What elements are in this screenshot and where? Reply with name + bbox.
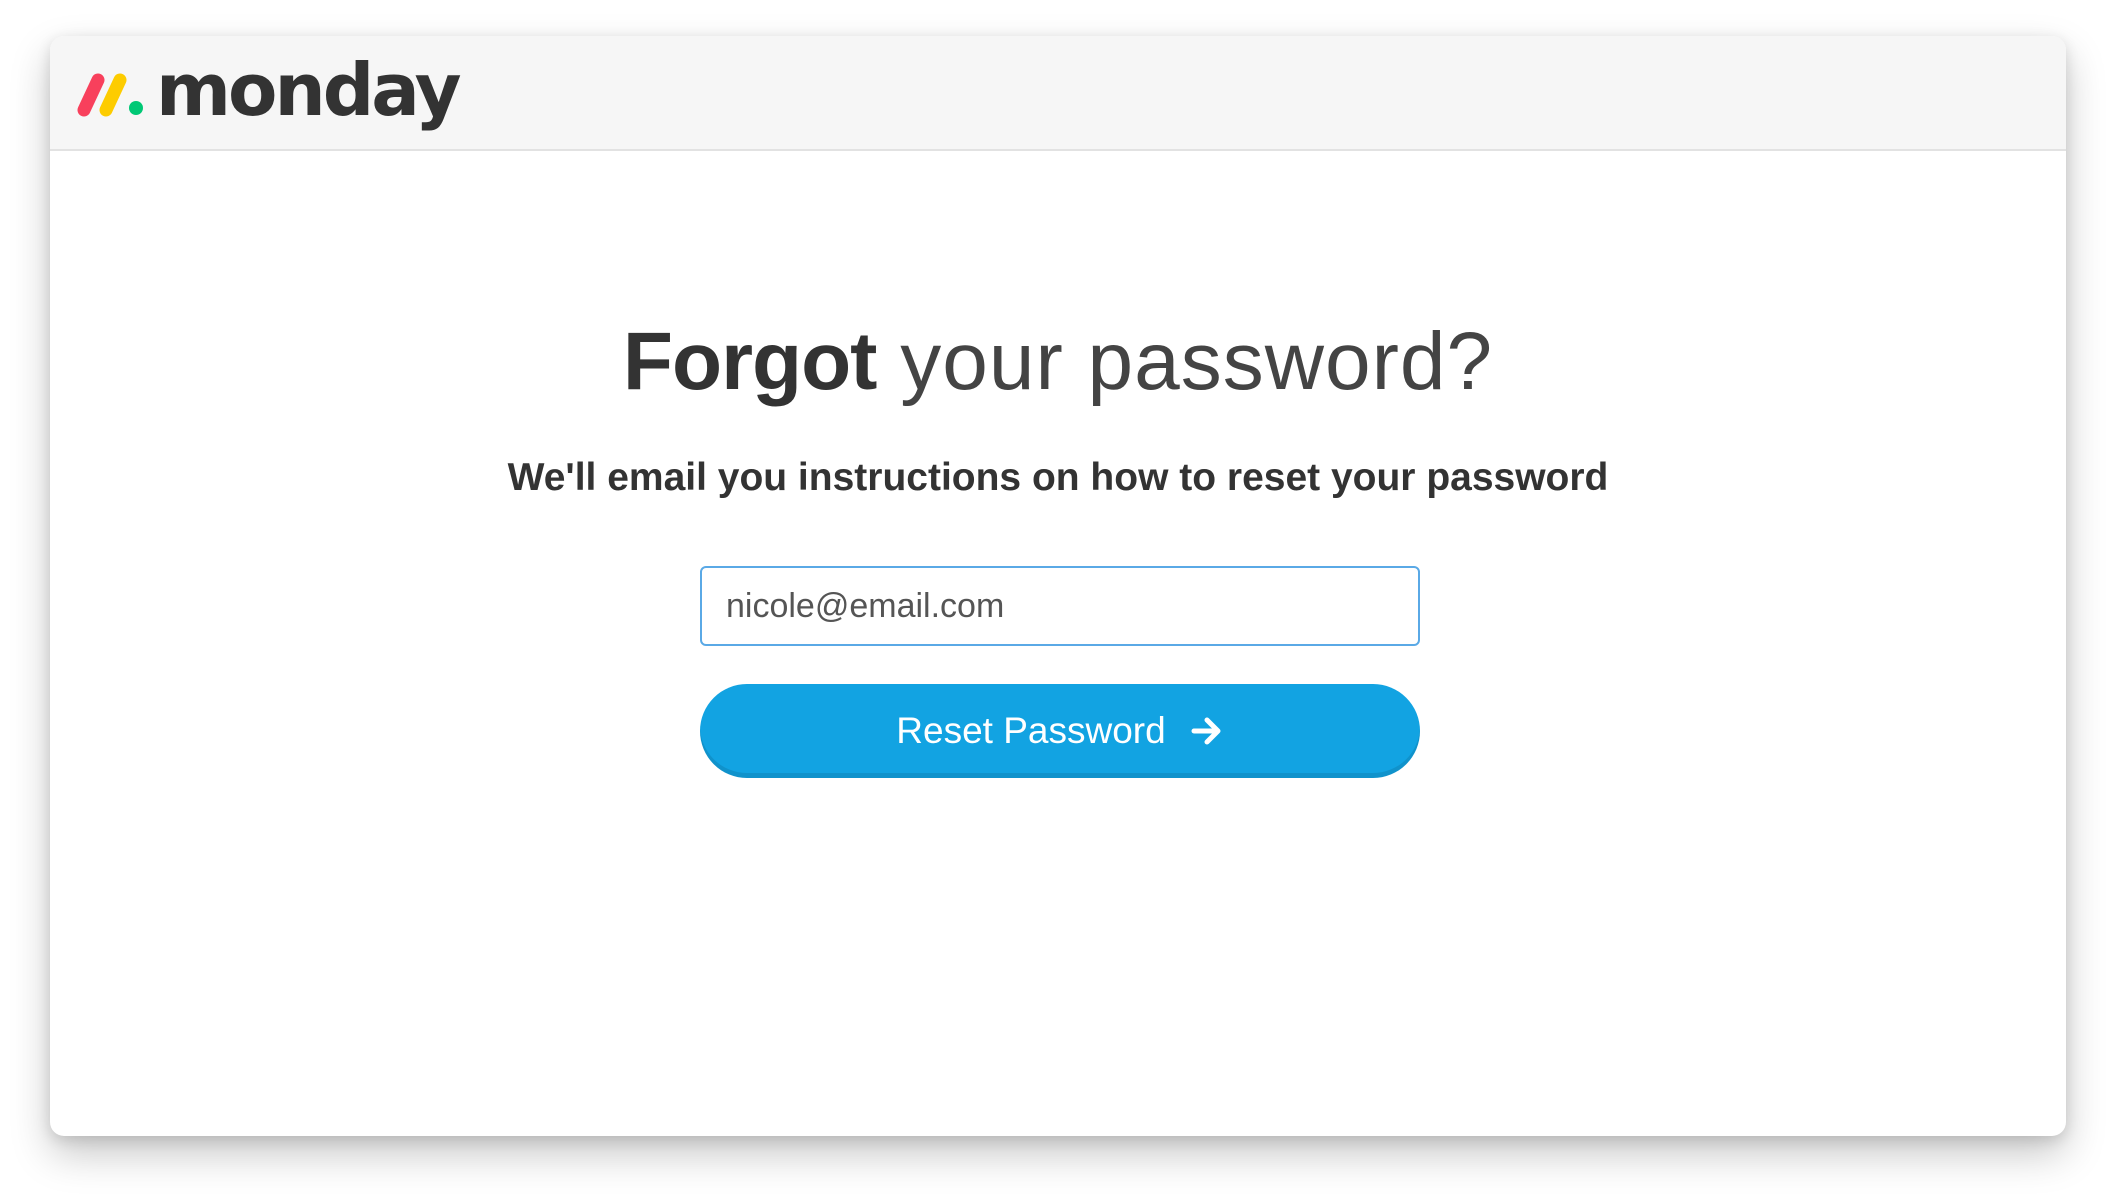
reset-password-label: Reset Password [896, 710, 1166, 751]
reset-password-button[interactable]: Reset Password [700, 684, 1420, 778]
page-subtitle: We'll email you instructions on how to r… [507, 456, 1609, 499]
page-title-bold: Forgot [622, 316, 878, 407]
logo-wordmark: monday [156, 48, 462, 132]
monday-logo-icon [77, 73, 143, 117]
browser-window: monday Forgot your password? We'll email… [50, 36, 2066, 1136]
header-bar: monday [50, 36, 2066, 151]
monday-logo[interactable]: monday [76, 48, 462, 134]
main-content: Forgot your password? We'll email you in… [50, 151, 2066, 1136]
page-title-light: your password? [876, 316, 1494, 407]
arrow-right-icon [1191, 717, 1221, 745]
page-title: Forgot your password? [50, 321, 2066, 403]
email-field[interactable] [700, 566, 1420, 646]
